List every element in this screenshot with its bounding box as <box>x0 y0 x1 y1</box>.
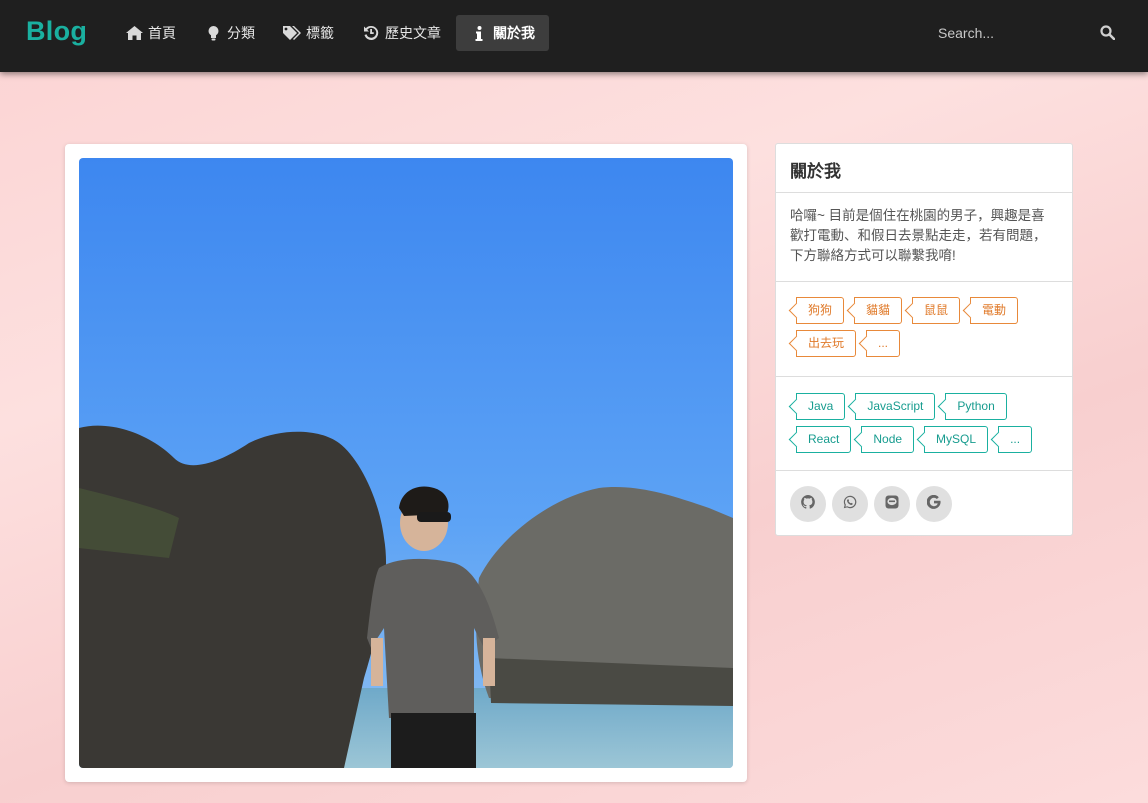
nav-item-label: 關於我 <box>493 25 535 41</box>
search-box <box>928 18 1128 48</box>
nav-item-label: 首頁 <box>148 25 176 41</box>
google-link[interactable] <box>916 486 952 522</box>
nav-item-label: 標籤 <box>306 25 334 41</box>
hobby-tag[interactable]: 貓貓 <box>854 297 903 324</box>
nav-item-about[interactable]: 關於我 <box>456 15 549 51</box>
brand-logo[interactable]: Blog <box>26 16 87 47</box>
hobby-tag[interactable]: 狗狗 <box>796 297 845 324</box>
sidebar-description: 哈囉~ 目前是個住在桃園的男子，興趣是喜歡打電動、和假日去景點走走，若有問題，下… <box>776 193 1072 282</box>
whatsapp-link[interactable] <box>832 486 868 522</box>
whatsapp-icon <box>843 495 857 514</box>
hobby-tag[interactable]: 鼠鼠 <box>912 297 961 324</box>
tags-icon <box>283 25 301 41</box>
nav-item-label: 歷史文章 <box>385 25 441 41</box>
skill-tag[interactable]: Python <box>945 393 1007 420</box>
search-icon[interactable] <box>1100 25 1116 41</box>
lightbulb-icon <box>204 25 222 41</box>
skill-tag[interactable]: Java <box>796 393 846 420</box>
skill-tag[interactable]: React <box>796 426 852 453</box>
github-link[interactable] <box>790 486 826 522</box>
search-input[interactable] <box>928 25 1088 41</box>
about-sidebar: 關於我 哈囉~ 目前是個住在桃園的男子，興趣是喜歡打電動、和假日去景點走走，若有… <box>775 143 1073 536</box>
hobby-tags: 狗狗 貓貓 鼠鼠 電動 出去玩 ... <box>776 282 1072 377</box>
skill-tag[interactable]: MySQL <box>924 426 989 453</box>
photo-card <box>65 144 747 782</box>
nav-item-label: 分類 <box>227 25 255 41</box>
nav-item-home[interactable]: 首頁 <box>112 15 189 51</box>
profile-photo <box>79 158 733 768</box>
line-link[interactable] <box>874 486 910 522</box>
nav-menu: 首頁 分類 標籤 歷史文章 關於我 <box>112 15 551 51</box>
hobby-tag[interactable]: 出去玩 <box>796 330 857 357</box>
nav-item-tags[interactable]: 標籤 <box>270 15 347 51</box>
social-links <box>776 471 1072 537</box>
info-icon <box>470 25 488 41</box>
nav-item-history[interactable]: 歷史文章 <box>349 15 454 51</box>
skill-tags: Java JavaScript Python React Node MySQL … <box>776 377 1072 471</box>
skill-tag-more[interactable]: ... <box>998 426 1033 453</box>
history-icon <box>362 25 380 41</box>
home-icon <box>125 25 143 41</box>
sidebar-title: 關於我 <box>776 144 1072 193</box>
github-icon <box>801 494 815 514</box>
line-icon <box>885 495 899 514</box>
hobby-tag[interactable]: 電動 <box>970 297 1019 324</box>
nav-item-categories[interactable]: 分類 <box>191 15 268 51</box>
skill-tag[interactable]: JavaScript <box>855 393 936 420</box>
google-icon <box>926 494 941 514</box>
hobby-tag-more[interactable]: ... <box>866 330 901 357</box>
top-navbar: Blog 首頁 分類 標籤 歷史文章 關於我 Search... <box>0 0 1148 72</box>
skill-tag[interactable]: Node <box>861 426 915 453</box>
